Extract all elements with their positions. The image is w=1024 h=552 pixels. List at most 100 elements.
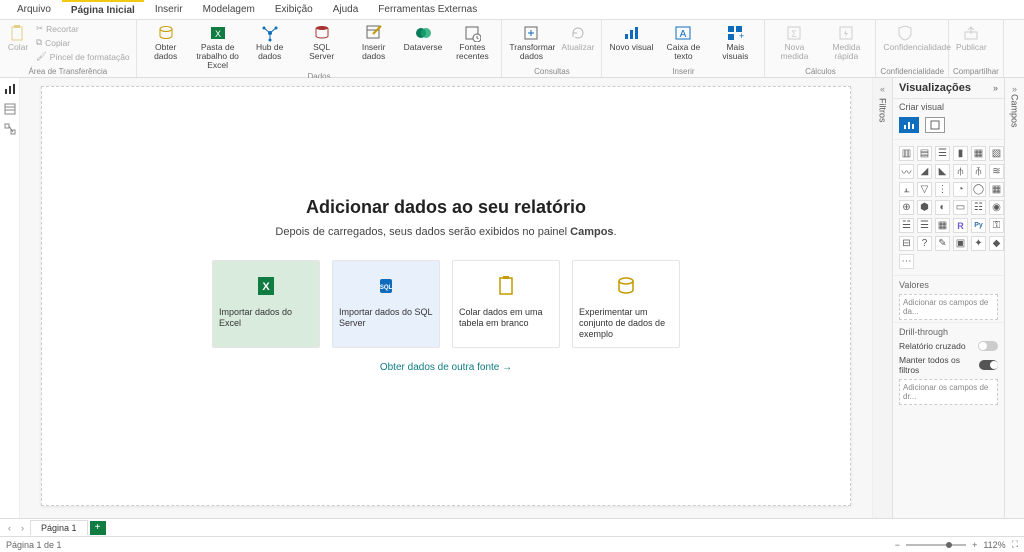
page-next-button[interactable]: › <box>17 523 28 533</box>
viz-waterfall[interactable]: ⫠ <box>899 182 914 197</box>
viz-clustered-column[interactable]: ▮ <box>953 146 968 161</box>
tab-modeling[interactable]: Modelagem <box>194 1 264 18</box>
viz-map[interactable]: ⊕ <box>899 200 914 215</box>
format-visual-mode[interactable] <box>925 117 945 133</box>
enter-data-button[interactable]: Inserir dados <box>349 22 399 63</box>
page-tab-1[interactable]: Página 1 <box>30 520 88 535</box>
copy-label: Copiar <box>45 38 70 48</box>
viz-key-influencers[interactable]: ⚿ <box>989 218 1004 233</box>
viz-100-bar[interactable]: ▦ <box>971 146 986 161</box>
add-page-button[interactable]: + <box>90 521 106 535</box>
transform-label: Transformar dados <box>509 43 553 61</box>
viz-area[interactable]: ◢ <box>917 164 932 179</box>
ribbon-group-share: Publicar Compartilhar <box>949 20 1004 77</box>
values-field-well[interactable]: Adicionar os campos de da... <box>899 294 998 320</box>
viz-stacked-area[interactable]: ◣ <box>935 164 950 179</box>
viz-stacked-bar[interactable]: ▥ <box>899 146 914 161</box>
transform-data-button[interactable]: Transformar dados <box>506 22 556 63</box>
quick-measure-icon <box>837 24 855 42</box>
ribbon-group-calc: ΣNova medida Medida rápida Cálculos <box>765 20 876 77</box>
fit-to-page-button[interactable]: ⛶ <box>1012 539 1018 550</box>
viz-line-clustered[interactable]: ⫚ <box>971 164 986 179</box>
viz-100-column[interactable]: ▧ <box>989 146 1004 161</box>
table-edit-icon <box>365 24 383 42</box>
viz-card[interactable]: ▭ <box>953 200 968 215</box>
chevron-right-icon[interactable]: » <box>993 83 998 93</box>
model-view-button[interactable] <box>3 122 17 136</box>
viz-r-script[interactable]: R <box>953 218 968 233</box>
tab-home[interactable]: Página Inicial <box>62 0 144 19</box>
viz-paginated[interactable]: ▣ <box>953 236 968 251</box>
viz-powerapps[interactable]: ◆ <box>989 236 1004 251</box>
viz-more[interactable]: ⋯ <box>899 254 914 269</box>
hub-icon <box>261 24 279 42</box>
viz-stacked-column[interactable]: ▤ <box>917 146 932 161</box>
viz-smart-narrative[interactable]: ✎ <box>935 236 950 251</box>
viz-pie[interactable]: ◔ <box>953 182 968 197</box>
viz-line[interactable]: 〰 <box>899 164 914 179</box>
card-sample-dataset[interactable]: Experimentar um conjunto de dados de exe… <box>572 260 680 348</box>
report-page[interactable]: Adicionar dados ao seu relatório Depois … <box>41 86 851 506</box>
card-import-sql[interactable]: SQL Importar dados do SQL Server <box>332 260 440 348</box>
viz-line-column[interactable]: ⫛ <box>953 164 968 179</box>
viz-treemap[interactable]: ▦ <box>989 182 1004 197</box>
excel-workbook-button[interactable]: XPasta de trabalho do Excel <box>193 22 243 72</box>
recent-sources-button[interactable]: Fontes recentes <box>447 22 497 63</box>
tab-file[interactable]: Arquivo <box>8 1 60 18</box>
viz-decomposition[interactable]: ⊟ <box>899 236 914 251</box>
viz-funnel[interactable]: ▽ <box>917 182 932 197</box>
tab-insert[interactable]: Inserir <box>146 1 192 18</box>
keep-filters-toggle[interactable] <box>979 360 998 370</box>
cross-report-toggle[interactable] <box>978 341 998 351</box>
new-visual-button[interactable]: Novo visual <box>606 22 656 54</box>
tab-view[interactable]: Exibição <box>266 1 322 18</box>
zoom-out-button[interactable]: − <box>895 540 900 550</box>
calc-group-title: Cálculos <box>769 67 871 77</box>
other-source-link[interactable]: Obter dados de outra fonte → <box>380 362 512 373</box>
page-prev-button[interactable]: ‹ <box>4 523 15 533</box>
drill-field-well[interactable]: Adicionar os campos de dr... <box>899 379 998 405</box>
recent-label: Fontes recentes <box>450 43 494 61</box>
viz-matrix[interactable]: ▦ <box>935 218 950 233</box>
build-visual-mode[interactable] <box>899 117 919 133</box>
fields-pane-collapsed[interactable]: » Campos <box>1004 78 1024 518</box>
ribbon-group-queries: Transformar dados Atualizar Consultas <box>502 20 602 77</box>
report-view-button[interactable] <box>3 82 17 96</box>
data-hub-button[interactable]: Hub de dados <box>245 22 295 63</box>
viz-gauge[interactable]: ◐ <box>935 200 950 215</box>
viz-filled-map[interactable]: ⬢ <box>917 200 932 215</box>
viz-kpi[interactable]: ◉ <box>989 200 1004 215</box>
sql-server-icon: SQL <box>375 275 397 297</box>
viz-scatter[interactable]: ⋮ <box>935 182 950 197</box>
tab-external[interactable]: Ferramentas Externas <box>369 1 486 18</box>
zoom-value: 112% <box>983 540 1005 550</box>
more-visuals-button[interactable]: +Mais visuais <box>710 22 760 63</box>
viz-donut[interactable]: ◯ <box>971 182 986 197</box>
dataverse-button[interactable]: Dataverse <box>401 22 446 54</box>
sql-server-button[interactable]: SQL Server <box>297 22 347 63</box>
new-visual-label: Novo visual <box>609 43 653 52</box>
zoom-slider[interactable] <box>906 544 966 546</box>
tab-help[interactable]: Ajuda <box>324 1 368 18</box>
viz-slicer[interactable]: ☱ <box>899 218 914 233</box>
card-import-excel[interactable]: X Importar dados do Excel <box>212 260 320 348</box>
viz-ribbon[interactable]: ≋ <box>989 164 1004 179</box>
svg-text:X: X <box>215 29 221 39</box>
data-source-cards: X Importar dados do Excel SQL Importar d… <box>212 260 680 348</box>
drill-section-label: Drill-through <box>893 322 1004 339</box>
viz-clustered-bar[interactable]: ☰ <box>935 146 950 161</box>
zoom-in-button[interactable]: + <box>972 540 977 550</box>
viz-arcgis[interactable]: ✦ <box>971 236 986 251</box>
card-paste-table[interactable]: Colar dados em uma tabela em branco <box>452 260 560 348</box>
viz-multi-card[interactable]: ☷ <box>971 200 986 215</box>
viz-python[interactable]: Py <box>971 218 986 233</box>
card-sql-label: Importar dados do SQL Server <box>339 307 433 329</box>
text-box-button[interactable]: ACaixa de texto <box>658 22 708 63</box>
viz-qa[interactable]: ? <box>917 236 932 251</box>
get-data-button[interactable]: Obter dados <box>141 22 191 63</box>
viz-table[interactable]: ☰ <box>917 218 932 233</box>
filters-pane-collapsed[interactable]: « Filtros <box>872 78 892 518</box>
more-visuals-label: Mais visuais <box>713 43 757 61</box>
shield-icon <box>896 24 914 42</box>
data-view-button[interactable] <box>3 102 17 116</box>
